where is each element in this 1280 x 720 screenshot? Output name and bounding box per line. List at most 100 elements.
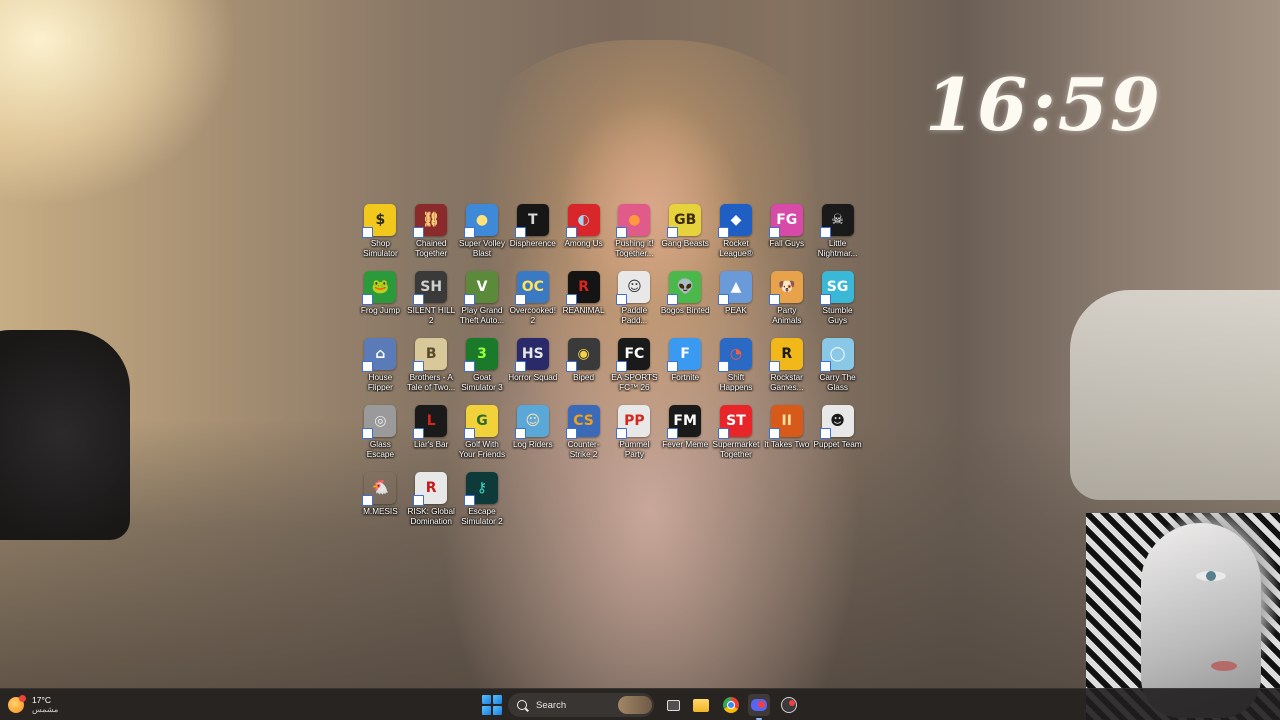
desktop-shortcut[interactable]: R RISK: Global Domination (406, 468, 457, 535)
desktop-shortcut-label: Stumble Guys (822, 306, 853, 325)
desktop-shortcut-label: Overcooked! 2 (509, 306, 556, 325)
desktop-shortcut[interactable]: ◯ Carry The Glass (812, 334, 863, 401)
desktop-shortcut[interactable]: V Play Grand Theft Auto... (457, 267, 508, 334)
horror-squad-icon: HS (514, 338, 549, 372)
desktop-shortcut-label: EA SPORTS FC™ 26 (611, 373, 658, 392)
desktop-shortcut[interactable]: ◔ Shift Happens (711, 334, 762, 401)
weather-temperature: 17°C (32, 695, 51, 705)
desktop-shortcut[interactable]: B Brothers - A Tale of Two... (406, 334, 457, 401)
desktop-shortcut-label: Supermarket Together (712, 440, 760, 459)
task-view-icon[interactable] (662, 694, 684, 716)
desktop-shortcut-label: Counter-Strike 2 (567, 440, 600, 459)
fall-guys-icon: FG (768, 204, 803, 238)
desktop-shortcut[interactable]: 🐶 Party Animals (761, 267, 812, 334)
desktop-shortcut[interactable]: T Dispherence (507, 200, 558, 267)
gta-icon: V (463, 271, 498, 305)
desktop-shortcut-label: Play Grand Theft Auto... (459, 306, 505, 325)
desktop-shortcut[interactable]: ▲ PEAK (711, 267, 762, 334)
desktop-shortcut-label: It Takes Two (764, 440, 810, 449)
desktop-shortcut[interactable]: FM Fever Meme (660, 401, 711, 468)
desktop-shortcut[interactable]: SH SILENT HILL 2 (406, 267, 457, 334)
desktop-shortcut[interactable]: GB Gang Beasts (660, 200, 711, 267)
desktop-shortcut[interactable]: OC Overcooked! 2 (507, 267, 558, 334)
chicken-icon: 🐔 (362, 472, 396, 506)
fortnite-icon: F (667, 338, 702, 372)
desktop-shortcut[interactable]: ST Supermarket Together (711, 401, 762, 468)
shift-happens-icon: ◔ (717, 338, 752, 372)
desktop-shortcut-label: M.MESIS (363, 507, 398, 516)
chrome-icon[interactable] (720, 694, 742, 716)
desktop-shortcut[interactable]: $ Shop Simulator (355, 200, 406, 267)
dog-icon: 🐶 (768, 271, 803, 305)
desktop-shortcut-label: Gang Beasts (661, 239, 709, 248)
desktop-shortcut[interactable]: ☺ Log Riders (507, 401, 558, 468)
desktop-shortcut[interactable]: ◉ Biped (558, 334, 609, 401)
desktop-shortcut[interactable]: ☺ Paddle Padd... (609, 267, 660, 334)
desktop-shortcut-label: Super Volley Blast (458, 239, 505, 258)
desktop-clock-widget: 16:59 (925, 62, 1162, 147)
search-icon (517, 700, 527, 710)
search-label: Search (536, 699, 567, 711)
desktop-shortcut-label: Fortnite (671, 373, 700, 382)
discord-icon[interactable] (748, 694, 770, 720)
pummel-party-icon: PP (616, 405, 651, 439)
desktop-shortcut-label: Puppet Team (813, 440, 862, 449)
desktop-shortcut[interactable]: 3 Goat Simulator 3 (457, 334, 508, 401)
desktop-shortcut[interactable]: L Liar's Bar (406, 401, 457, 468)
desktop-shortcut[interactable]: HS Horror Squad (507, 334, 558, 401)
sun-icon (8, 695, 26, 713)
windows-start-icon[interactable] (482, 695, 502, 715)
taskbar-search-box[interactable]: Search (508, 693, 654, 717)
desktop-shortcut[interactable]: ⛓ Chained Together (406, 200, 457, 267)
counter-strike-icon: CS (565, 405, 600, 439)
desktop-shortcut-label: Carry The Glass (819, 373, 856, 392)
desktop-shortcut-label: Log Riders (512, 440, 553, 449)
weather-condition: مشمس (32, 705, 59, 714)
desktop-shortcut[interactable]: CS Counter-Strike 2 (558, 401, 609, 468)
desktop-shortcut[interactable]: R REANIMAL (558, 267, 609, 334)
desktop-shortcut[interactable]: FG Fall Guys (761, 200, 812, 267)
crewmate-icon: ◐ (565, 204, 600, 238)
desktop-shortcut[interactable]: ☠ Little Nightmar... (812, 200, 863, 267)
rockstar-icon: R (768, 338, 803, 372)
desktop-shortcut[interactable]: 🐸 Frog Jump (355, 267, 406, 334)
desktop-shortcut-label: Liar's Bar (414, 440, 449, 449)
gang-beasts-icon: GB (667, 204, 702, 238)
desktop-shortcut[interactable]: ☻ Puppet Team (812, 401, 863, 468)
house-icon: ⌂ (362, 338, 397, 372)
puppet-icon: ☻ (819, 405, 854, 439)
ea-fc-icon: FC (616, 338, 651, 372)
desktop-shortcut[interactable]: ◆ Rocket League® (711, 200, 762, 267)
desktop-shortcut-label: Party Animals (772, 306, 802, 325)
desktop-shortcut-label: Bogos Binted (660, 306, 710, 315)
desktop-shortcut[interactable]: 🐔 M.MESIS (355, 468, 406, 535)
carry-glass-icon: ◯ (819, 338, 854, 372)
desktop-shortcut[interactable]: R Rockstar Games... (761, 334, 812, 401)
desktop-shortcut[interactable]: ⌂ House Flipper (355, 334, 406, 401)
desktop-shortcut[interactable]: ● Super Volley Blast (457, 200, 508, 267)
desktop-shortcut-label: Shop Simulator (363, 239, 398, 258)
desktop-shortcut[interactable]: SG Stumble Guys (812, 267, 863, 334)
risk-icon: R (413, 472, 448, 506)
desktop-shortcut-label: Chained Together (415, 239, 448, 258)
log-riders-icon: ☺ (514, 405, 549, 439)
reanimal-icon: R (565, 271, 600, 305)
desktop-shortcut[interactable]: II It Takes Two (761, 401, 812, 468)
desktop-shortcut[interactable]: FC EA SPORTS FC™ 26 (609, 334, 660, 401)
desktop-shortcut-label: Paddle Padd... (621, 306, 648, 325)
wallpaper-car-left (0, 330, 130, 540)
desktop-shortcut[interactable]: G Golf With Your Friends (457, 401, 508, 468)
desktop-shortcut[interactable]: ● Pushing it! Together... (609, 200, 660, 267)
desktop-shortcut[interactable]: ◐ Among Us (558, 200, 609, 267)
file-explorer-icon[interactable] (690, 694, 712, 716)
desktop-shortcut[interactable]: 👽 Bogos Binted (660, 267, 711, 334)
desktop-shortcut-label: Escape Simulator 2 (461, 507, 503, 526)
desktop-shortcut-label: Little Nightmar... (817, 239, 858, 258)
desktop-shortcut[interactable]: ⚷ Escape Simulator 2 (457, 468, 508, 535)
weather-widget[interactable]: 17°C مشمس (8, 693, 128, 717)
desktop-shortcut-label: REANIMAL (562, 306, 605, 315)
steam-icon[interactable] (778, 694, 800, 716)
desktop-shortcut[interactable]: PP Pummel Party (609, 401, 660, 468)
desktop-shortcut[interactable]: F Fortnite (660, 334, 711, 401)
desktop-shortcut[interactable]: ◎ Glass Escape (355, 401, 406, 468)
